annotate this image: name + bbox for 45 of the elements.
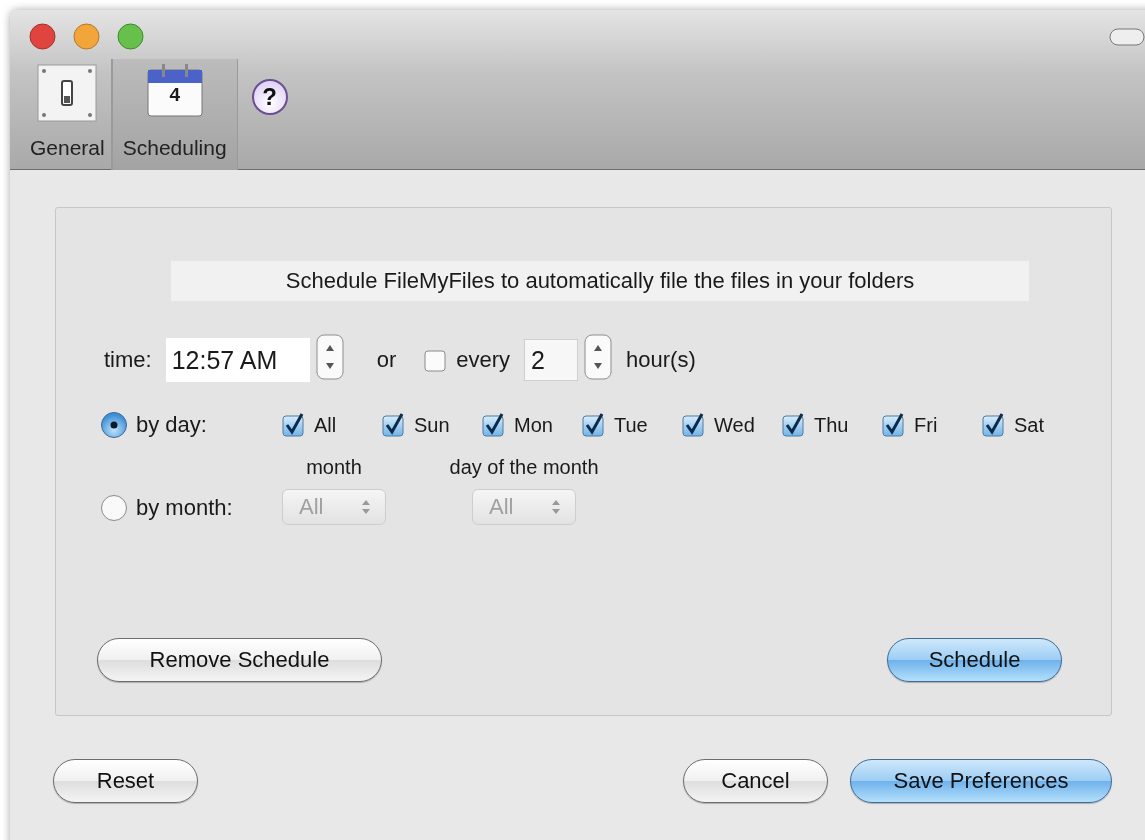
checkbox[interactable] xyxy=(482,412,506,438)
schedule-button[interactable]: Schedule xyxy=(887,638,1062,682)
save-preferences-button[interactable]: Save Preferences xyxy=(850,759,1112,803)
reset-button[interactable]: Reset xyxy=(53,759,198,803)
radio-button[interactable] xyxy=(100,411,128,439)
checkbox-label[interactable]: Fri xyxy=(914,413,938,437)
time-field[interactable]: 12:57 AM xyxy=(165,338,310,382)
up-down-arrows-icon xyxy=(361,498,371,516)
checkbox[interactable] xyxy=(682,412,706,438)
radio-label[interactable]: by day: xyxy=(136,412,207,438)
checkbox-label[interactable]: Sat xyxy=(1014,413,1045,437)
or-label: or xyxy=(376,347,397,373)
checkbox[interactable] xyxy=(782,412,806,438)
checkbox-label[interactable]: Thu xyxy=(814,413,849,437)
toolbar-tab[interactable]: 4 Scheduling xyxy=(111,59,238,170)
close-icon[interactable] xyxy=(29,23,56,50)
cancel-button[interactable]: Cancel xyxy=(683,759,828,803)
toolbar-toggle-icon[interactable] xyxy=(1109,28,1145,46)
checkbox-label[interactable]: Sun xyxy=(414,413,450,437)
up-down-arrows-icon xyxy=(551,498,561,516)
hours-label: hour(s) xyxy=(626,347,696,373)
checkbox-label[interactable]: Mon xyxy=(514,413,553,437)
toolbar-tab[interactable]: General xyxy=(24,59,112,170)
minimize-icon[interactable] xyxy=(73,23,100,50)
checkbox[interactable] xyxy=(424,347,449,373)
checkbox[interactable] xyxy=(282,412,306,438)
time-label: time: xyxy=(104,347,152,373)
radio-button[interactable] xyxy=(100,494,128,522)
schedule-description: Schedule FileMyFiles to automatically file the files in your folders xyxy=(171,261,1029,301)
remove-schedule-button[interactable]: Remove Schedule xyxy=(97,638,382,682)
checkbox[interactable] xyxy=(382,412,406,438)
checkbox[interactable] xyxy=(882,412,906,438)
checkbox-label[interactable]: All xyxy=(314,413,337,437)
help-button[interactable]: ? xyxy=(251,79,288,115)
popup-caption: day of the month xyxy=(449,456,599,479)
popup-caption: month xyxy=(306,456,362,479)
radio-label[interactable]: by month: xyxy=(136,495,233,521)
switch-icon xyxy=(36,64,99,122)
checkbox-label[interactable]: every xyxy=(456,347,511,373)
checkbox-label[interactable]: Wed xyxy=(714,413,755,437)
checkbox[interactable] xyxy=(982,412,1006,438)
checkbox[interactable] xyxy=(582,412,606,438)
zoom-icon[interactable] xyxy=(117,23,144,50)
hours-field[interactable]: 2 xyxy=(524,339,579,381)
checkbox-label[interactable]: Tue xyxy=(614,413,648,437)
